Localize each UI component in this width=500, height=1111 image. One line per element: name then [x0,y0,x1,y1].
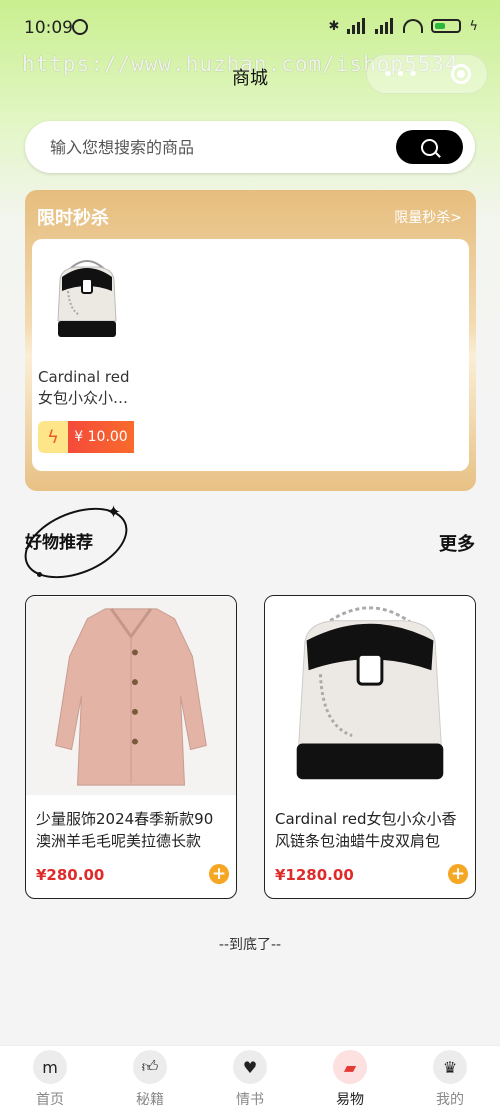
product-name: 少量服饰2024春季新款90澳洲羊毛毛呢美拉德长款毛… [36,810,214,850]
more-dots-icon[interactable]: ••• [383,64,421,85]
coat-product-image [26,596,236,796]
flash-sale-section: 限时秒杀 限量秒杀> Cardinal red 女包小众小… ϟ ¥ 10.00 [25,190,476,491]
tab-label: 秘籍 [136,1092,164,1108]
add-to-cart-icon[interactable]: + [448,864,468,884]
bottom-tab-bar: m 首页 👍︎ 秘籍 ♥ 情书 ▰ 易物 ♛ 我的 [0,1045,500,1111]
miniprogram-capsule[interactable]: ••• [366,54,488,94]
add-to-cart-icon[interactable]: + [209,864,229,884]
close-target-icon[interactable] [451,64,472,84]
wifi-icon [403,19,424,33]
search-input[interactable] [50,121,380,173]
bluetooth-icon: ✱ [328,18,340,34]
tab-label: 首页 [36,1092,64,1108]
bag-product-image [265,596,475,796]
flash-sale-more-link[interactable]: 限量秒杀> [394,207,462,227]
signal-2-icon [375,18,395,34]
charging-icon: ϟ [469,18,478,34]
product-price: ¥280.00 [36,866,105,884]
tab-mine[interactable]: ♛ 我的 [400,1046,500,1111]
product-card[interactable]: Cardinal red女包小众小香风链条包油蜡牛皮双肩包 ¥1280.00 + [264,595,476,899]
tab-love-letter[interactable]: ♥ 情书 [200,1046,300,1111]
flash-price-tag: ϟ ¥ 10.00 [38,421,134,453]
signal-icon [347,18,367,34]
tab-label: 情书 [236,1092,264,1108]
recommend-more-link[interactable]: 更多 [439,530,475,556]
tab-label: 易物 [336,1092,364,1108]
product-name: Cardinal red女包小众小香风链条包油蜡牛皮双肩包 [275,810,457,850]
product-price: ¥1280.00 [275,866,354,884]
flash-sale-title: 限时秒杀 [37,208,109,229]
bag-icon: ▰ [333,1050,367,1084]
search-bar [25,121,475,173]
tab-label: 我的 [436,1092,464,1108]
thumb-icon: 👍︎ [133,1050,167,1084]
alarm-icon [72,19,88,35]
tab-home[interactable]: m 首页 [0,1046,100,1111]
status-bar: 10:09 ✱ ϟ [0,0,500,56]
ring-dot-decoration [37,572,42,577]
sparkle-icon: ✦ [106,502,122,523]
product-card[interactable]: 少量服饰2024春季新款90澳洲羊毛毛呢美拉德长款毛… ¥280.00 + [25,595,237,899]
tab-secrets[interactable]: 👍︎ 秘籍 [100,1046,200,1111]
tab-exchange[interactable]: ▰ 易物 [300,1046,400,1111]
lightning-icon: ϟ [38,421,68,453]
status-time: 10:09 [24,18,73,38]
flash-product-name: Cardinal red 女包小众小… [38,368,130,407]
home-icon: m [33,1050,67,1084]
status-icons: ✱ ϟ [329,18,478,34]
search-icon [421,138,438,156]
recommend-title: 好物推荐 [25,533,93,553]
search-button[interactable] [396,130,463,164]
heart-icon: ♥ [233,1050,267,1084]
bag-product-image [57,260,117,337]
flash-product-price: ¥ 10.00 [68,421,134,453]
flash-sale-product-card[interactable]: Cardinal red 女包小众小… ϟ ¥ 10.00 [32,239,469,471]
end-of-list-note: --到底了-- [218,937,282,953]
crown-icon: ♛ [433,1050,467,1084]
battery-icon [431,19,462,33]
